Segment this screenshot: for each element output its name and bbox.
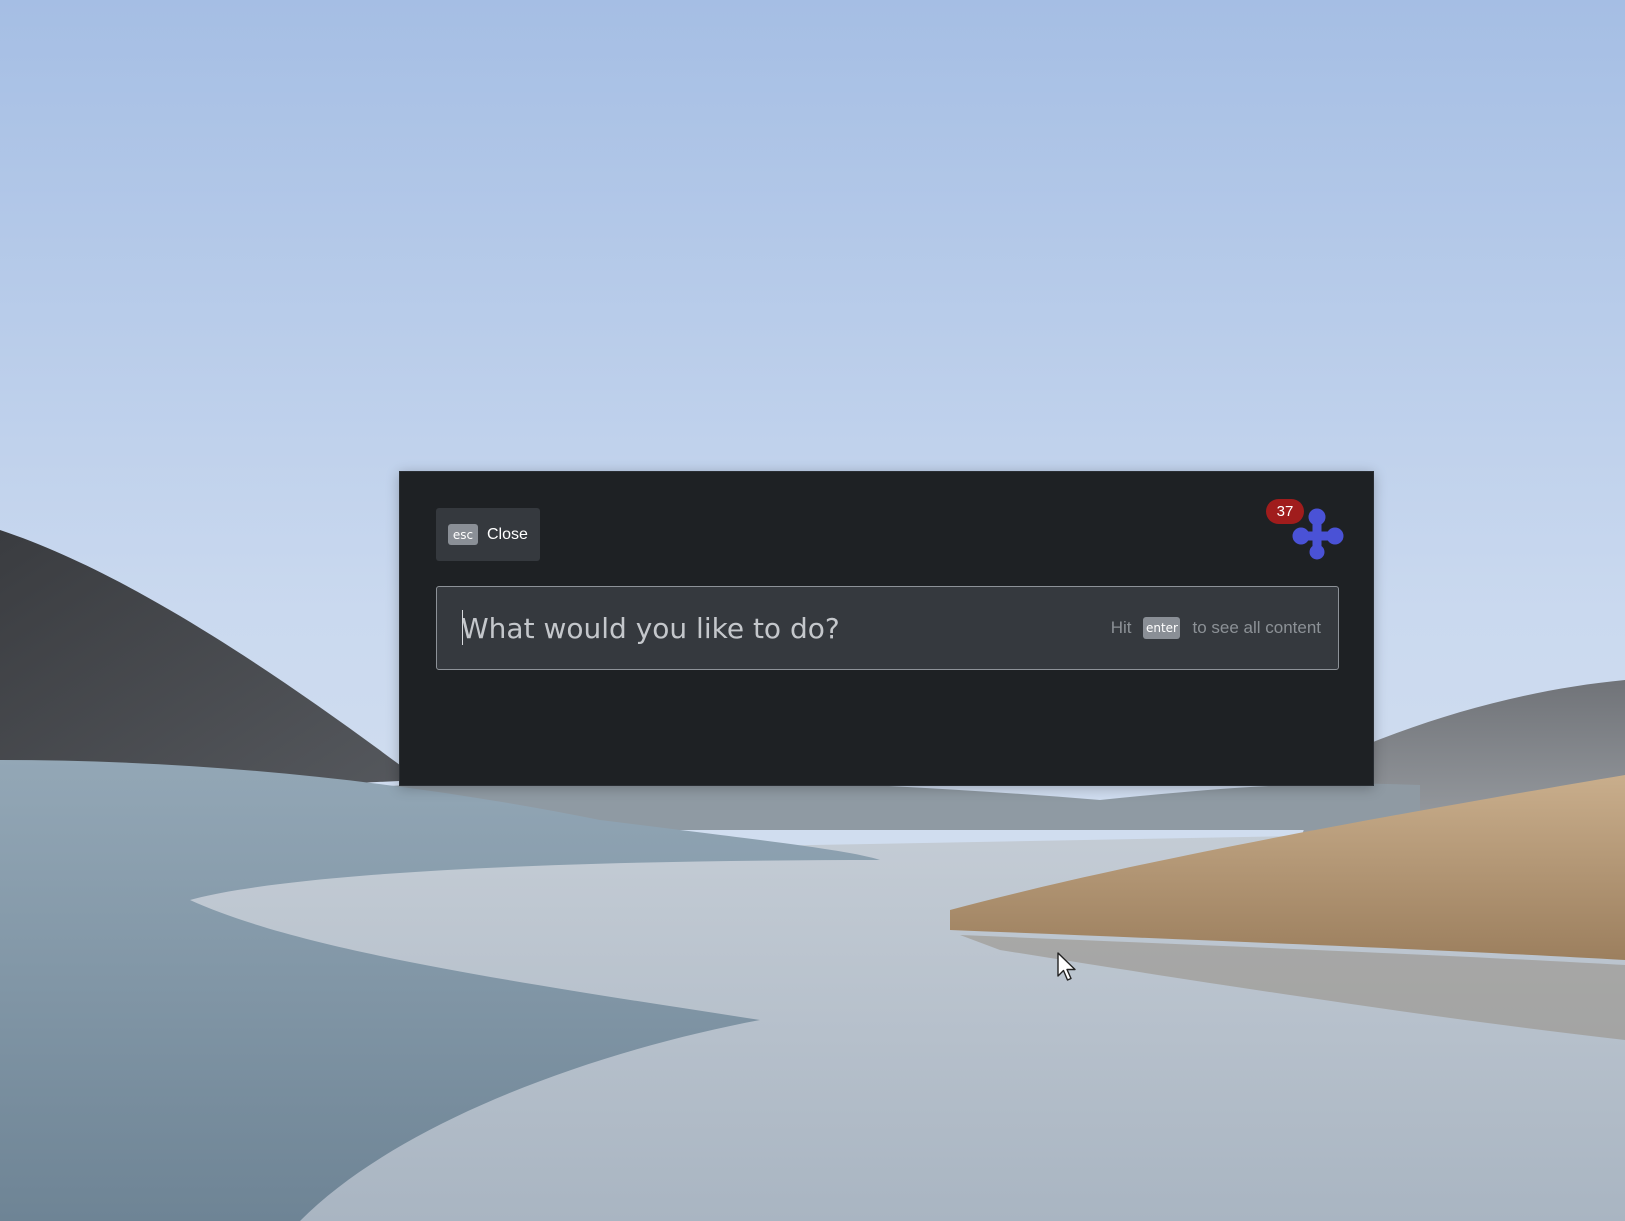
app-logo[interactable]: 37 (1266, 496, 1344, 562)
esc-key-badge: esc (448, 524, 478, 545)
hint-prefix: Hit (1110, 618, 1132, 637)
text-caret (462, 610, 463, 645)
command-palette: esc Close 37 Hit enter to see all (399, 471, 1374, 786)
search-box[interactable]: Hit enter to see all content (436, 586, 1339, 670)
close-button[interactable]: esc Close (436, 508, 540, 561)
desktop: esc Close 37 Hit enter to see all (0, 0, 1625, 1221)
search-hint: Hit enter to see all content (1111, 617, 1338, 639)
search-input[interactable] (437, 587, 1111, 669)
mouse-pointer-icon (1057, 952, 1076, 981)
hint-suffix: to see all content (1192, 618, 1321, 637)
enter-key-badge: enter (1143, 617, 1181, 639)
close-button-label: Close (487, 525, 528, 543)
notification-badge: 37 (1266, 499, 1304, 524)
